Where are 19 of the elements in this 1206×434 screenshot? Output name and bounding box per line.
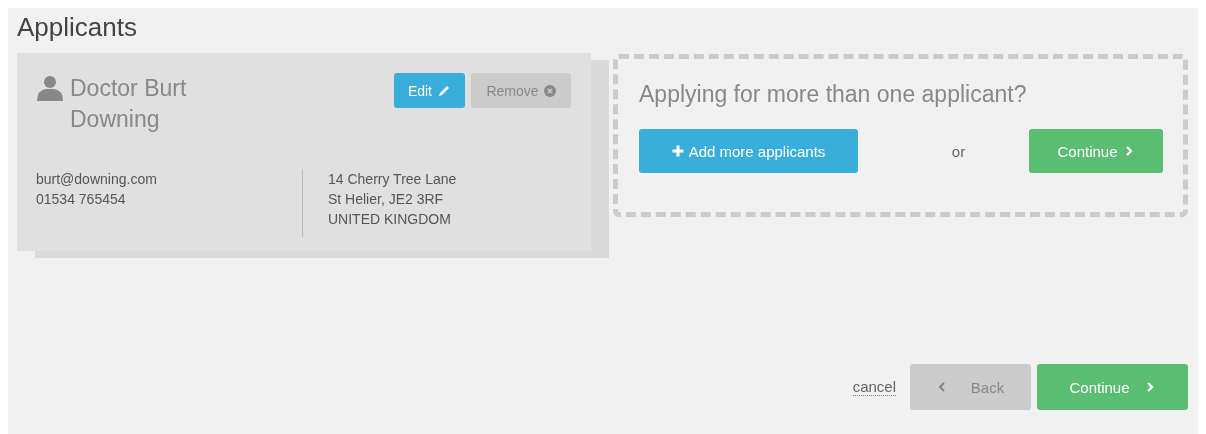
add-applicants-button[interactable]: Add more applicants: [639, 129, 858, 173]
prompt-question: Applying for more than one applicant?: [639, 81, 1027, 108]
continue-button[interactable]: Continue: [1029, 129, 1163, 173]
remove-button[interactable]: Remove: [471, 73, 571, 108]
edit-button[interactable]: Edit: [393, 73, 465, 108]
page-title: Applicants: [17, 12, 138, 43]
pencil-icon: [437, 83, 451, 98]
contact-detail: 01534 765454: [36, 190, 127, 209]
or-label: or: [951, 142, 966, 160]
plus-icon: [671, 145, 684, 157]
user-icon: [36, 75, 64, 101]
address-line: UNITED KINGDOM: [328, 210, 452, 229]
address-line: 14 Cherry Tree Lane: [328, 170, 457, 189]
continue-button[interactable]: Continue: [1037, 364, 1188, 410]
close-icon: [543, 84, 556, 97]
contact-detail: burt@downing.com: [36, 170, 158, 189]
applicant-name: Doctor Burt Downing: [70, 74, 188, 134]
cancel-link[interactable]: cancel: [852, 378, 896, 396]
address-line: St Helier, JE2 3RF: [328, 190, 445, 209]
